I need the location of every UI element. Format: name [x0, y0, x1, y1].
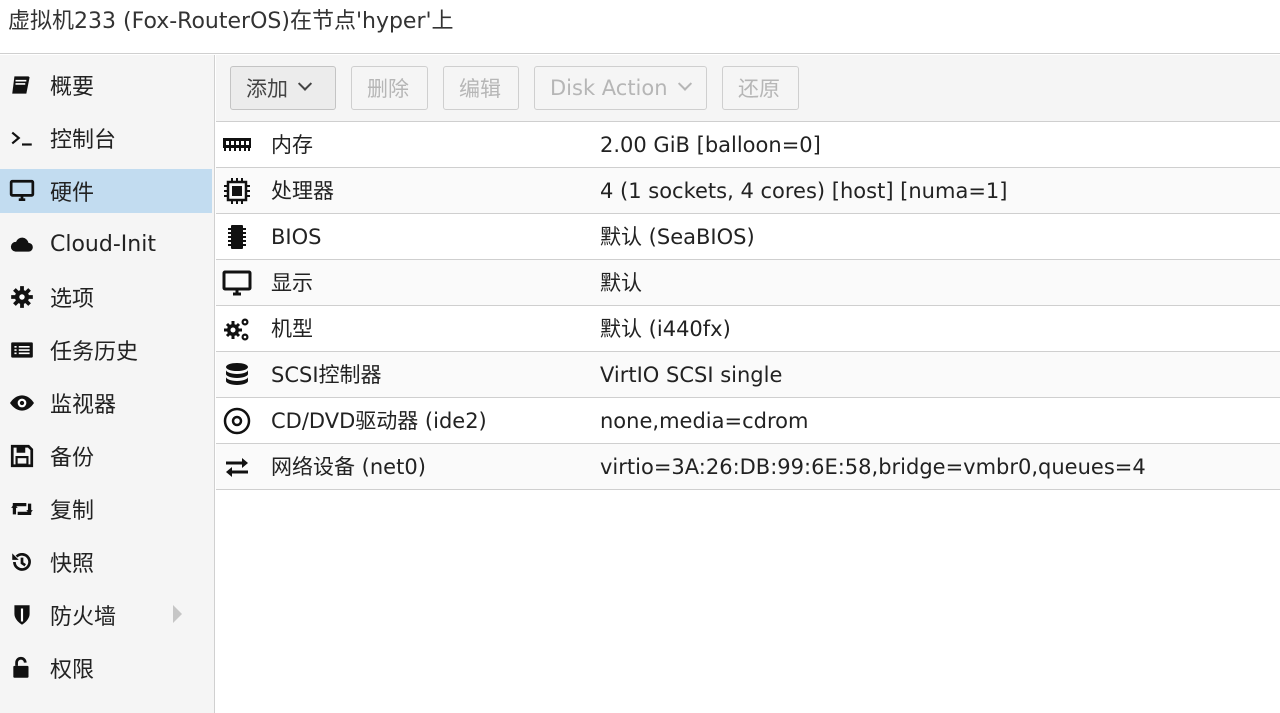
revert-button-label: 还原	[738, 77, 780, 101]
sidebar-item-snapshots[interactable]: 快照	[0, 540, 212, 584]
eye-icon	[0, 381, 44, 425]
row-value: 默认	[600, 271, 642, 295]
sidebar-item-firewall[interactable]: 防火墙	[0, 593, 212, 637]
sidebar-item-hardware[interactable]: 硬件	[0, 169, 212, 213]
table-row[interactable]: 网络设备 (net0) virtio=3A:26:DB:99:6E:58,bri…	[216, 444, 1280, 490]
shield-icon	[0, 593, 44, 637]
table-row[interactable]: BIOS 默认 (SeaBIOS)	[216, 214, 1280, 260]
hardware-grid: 内存 2.00 GiB [balloon=0] 处理器 4 (1 sockets…	[216, 122, 1280, 490]
row-name: 网络设备 (net0)	[271, 455, 426, 479]
cpu-icon	[220, 168, 254, 214]
desktop-icon	[0, 169, 44, 213]
row-name: SCSI控制器	[271, 363, 382, 387]
revert-button[interactable]: 还原	[722, 66, 799, 110]
add-button[interactable]: 添加	[230, 66, 336, 110]
row-value: none,media=cdrom	[600, 409, 809, 433]
sidebar-item-label: 监视器	[50, 393, 117, 418]
chevron-down-icon	[677, 76, 692, 91]
sidebar-item-label: Cloud-Init	[50, 231, 156, 257]
gear-icon	[0, 275, 44, 319]
table-row[interactable]: 处理器 4 (1 sockets, 4 cores) [host] [numa=…	[216, 168, 1280, 214]
sidebar-item-console[interactable]: 控制台	[0, 116, 212, 160]
database-icon	[220, 352, 254, 398]
sidebar-item-label: 任务历史	[50, 340, 139, 365]
sidebar-item-label: 概要	[50, 75, 95, 100]
row-name: 显示	[271, 271, 313, 295]
table-row[interactable]: 显示 默认	[216, 260, 1280, 306]
sidebar-item-label: 选项	[50, 287, 95, 312]
sidebar-item-label: 快照	[50, 552, 95, 577]
list-icon	[0, 328, 44, 372]
chevron-down-icon	[297, 76, 313, 91]
add-button-label: 添加	[246, 77, 288, 101]
table-row[interactable]: SCSI控制器 VirtIO SCSI single	[216, 352, 1280, 398]
delete-button[interactable]: 删除	[351, 66, 428, 110]
disk-action-button[interactable]: Disk Action	[534, 66, 707, 110]
disk-action-label: Disk Action	[550, 76, 668, 100]
edit-button[interactable]: 编辑	[443, 66, 519, 110]
delete-button-label: 删除	[367, 77, 409, 101]
window-title: 虚拟机233 (Fox-RouterOS)在节点'hyper'上	[8, 9, 454, 34]
terminal-icon	[0, 116, 44, 160]
sidebar-item-monitor[interactable]: 监视器	[0, 381, 212, 425]
sidebar-item-task-history[interactable]: 任务历史	[0, 328, 212, 372]
chevron-right-icon[interactable]	[173, 605, 182, 623]
title-bar: 虚拟机233 (Fox-RouterOS)在节点'hyper'上	[0, 0, 1280, 54]
row-name: 处理器	[271, 179, 334, 203]
row-value: VirtIO SCSI single	[600, 363, 783, 387]
row-name: 机型	[271, 317, 313, 341]
hardware-panel: 添加 删除 编辑 Disk Action 还原 内存 2.00 GiB [bal…	[216, 55, 1280, 713]
sidebar-item-options[interactable]: 选项	[0, 275, 212, 319]
table-row[interactable]: 内存 2.00 GiB [balloon=0]	[216, 122, 1280, 168]
sidebar-item-cloud-init[interactable]: Cloud-Init	[0, 222, 212, 266]
edit-button-label: 编辑	[459, 77, 501, 101]
row-value: 2.00 GiB [balloon=0]	[600, 133, 821, 157]
book-icon	[0, 63, 44, 107]
sidebar-item-summary[interactable]: 概要	[0, 63, 212, 107]
microchip-icon	[220, 214, 254, 260]
sidebar: 概要 控制台 硬件 Cloud-Init 选项 任务历史 监视器 备份 复制 快…	[0, 55, 215, 713]
desktop-icon	[220, 260, 254, 306]
table-row[interactable]: 机型 默认 (i440fx)	[216, 306, 1280, 352]
history-icon	[0, 540, 44, 584]
sidebar-item-label: 备份	[50, 446, 95, 471]
retweet-icon	[0, 487, 44, 531]
sidebar-item-label: 复制	[50, 499, 95, 524]
row-name: 内存	[271, 133, 313, 157]
exchange-icon	[220, 444, 254, 490]
table-row[interactable]: CD/DVD驱动器 (ide2) none,media=cdrom	[216, 398, 1280, 444]
sidebar-item-label: 防火墙	[50, 605, 117, 630]
row-name: BIOS	[271, 225, 322, 249]
row-name: CD/DVD驱动器 (ide2)	[271, 409, 487, 433]
sidebar-item-label: 硬件	[50, 181, 95, 206]
sidebar-item-label: 控制台	[50, 128, 117, 153]
memory-icon	[220, 122, 254, 168]
cogs-icon	[220, 306, 254, 352]
floppy-icon	[0, 434, 44, 478]
row-value: 默认 (i440fx)	[600, 317, 731, 341]
sidebar-item-label: 权限	[50, 658, 95, 683]
sidebar-item-replication[interactable]: 复制	[0, 487, 212, 531]
unlock-icon	[0, 646, 44, 690]
toolbar: 添加 删除 编辑 Disk Action 还原	[216, 55, 1280, 122]
row-value: 4 (1 sockets, 4 cores) [host] [numa=1]	[600, 179, 1008, 203]
cloud-icon	[0, 222, 44, 266]
sidebar-item-backup[interactable]: 备份	[0, 434, 212, 478]
cdrom-icon	[220, 398, 254, 444]
sidebar-item-permissions[interactable]: 权限	[0, 646, 212, 690]
row-value: 默认 (SeaBIOS)	[600, 225, 755, 249]
row-value: virtio=3A:26:DB:99:6E:58,bridge=vmbr0,qu…	[600, 455, 1146, 479]
